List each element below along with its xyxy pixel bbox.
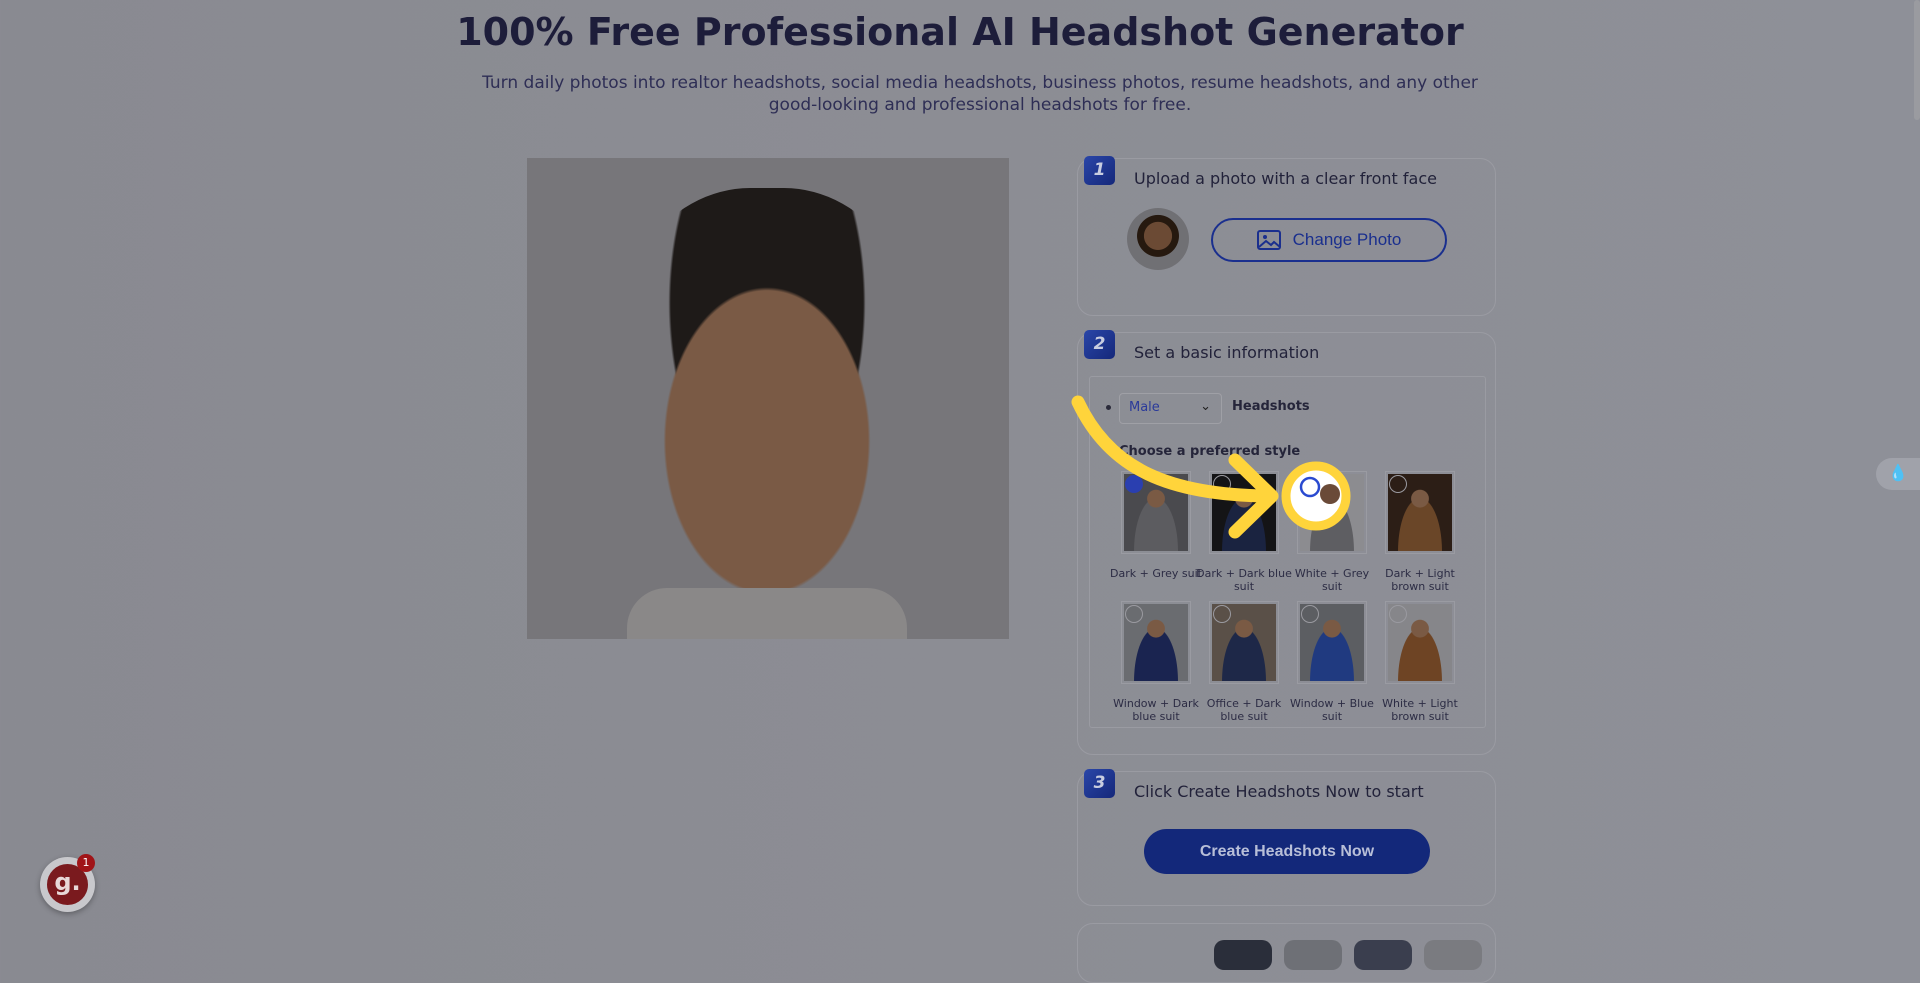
tutorial-arrow-overlay [1071,395,1351,539]
assistant-badge-button[interactable]: g. 1 [40,854,95,912]
scrollbar[interactable] [1914,0,1920,120]
notification-count: 1 [77,854,95,872]
droplet-icon[interactable]: 💧 [1876,458,1920,490]
